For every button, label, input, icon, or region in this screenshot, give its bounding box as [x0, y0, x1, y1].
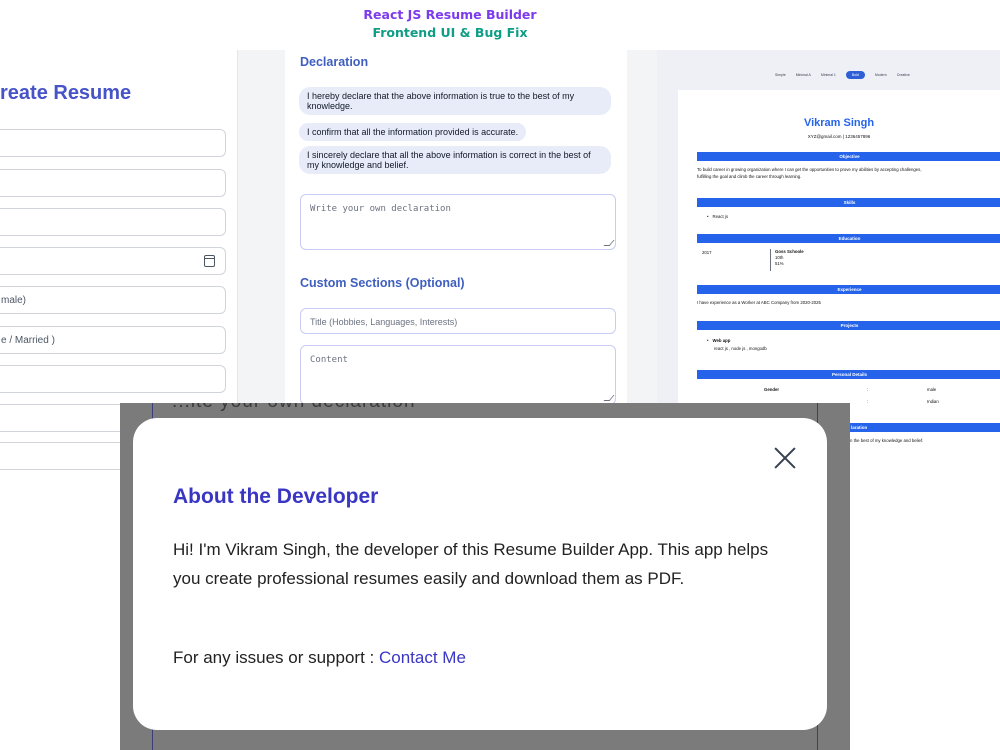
objective-text-line-2: fulfilling the goal and climb the career… [697, 174, 802, 179]
template-tab-1[interactable]: Simple [775, 73, 786, 77]
experience-text: I have experience as a Worker at ABC Com… [697, 300, 821, 305]
gender-label: Gender [764, 387, 780, 392]
template-tab-3[interactable]: Minimal 1 [821, 73, 836, 77]
declaration-heading: Declaration [300, 55, 369, 69]
resume-declaration-heading: laration [847, 423, 1000, 432]
template-tab-active[interactable]: Bold [845, 71, 865, 79]
close-icon[interactable] [773, 446, 797, 470]
education-heading: Education [697, 234, 1000, 243]
modal-body-text: Hi! I'm Vikram Singh, the developer of t… [173, 540, 769, 588]
declaration-option-2[interactable]: I confirm that all the information provi… [299, 123, 527, 141]
calendar-icon[interactable] [204, 255, 215, 267]
gender-field[interactable]: male) [0, 286, 226, 314]
resume-contact: XYZ@gmail.com | 1236457896 [807, 134, 871, 139]
template-tab-5[interactable]: Modern [875, 73, 887, 77]
support-line: For any issues or support : Contact Me [173, 648, 466, 668]
custom-declaration-placeholder: Write your own declaration [310, 204, 451, 214]
skills-heading: Skills [697, 198, 1000, 207]
gender-separator: : [867, 387, 869, 392]
form-field-1[interactable] [0, 129, 226, 157]
project-tech: react js , node js , mongodb [714, 346, 767, 351]
nationality-separator: : [867, 399, 869, 404]
resize-handle-icon[interactable] [603, 395, 615, 401]
projects-heading: Projects [697, 321, 1000, 330]
declaration-option-3[interactable]: I sincerely declare that all the above i… [299, 146, 611, 174]
form-field-3[interactable] [0, 208, 226, 236]
personal-details-heading: Personal Details [697, 370, 1000, 379]
custom-sections-heading: Custom Sections (Optional) [300, 276, 465, 290]
education-school: Goss Schoole [775, 249, 804, 254]
template-tab-6[interactable]: Creative [897, 73, 910, 77]
custom-section-title-input[interactable]: Title (Hobbies, Languages, Interests) [300, 308, 616, 334]
education-divider [770, 249, 771, 271]
banner-title: React JS Resume Builder Frontend UI & Bu… [300, 6, 600, 42]
template-tabs: Simple Minimal A Minimal 1 Bold Modern C… [775, 70, 910, 80]
nationality-value: Indian [927, 399, 939, 404]
gender-value: male [927, 387, 937, 392]
education-class: 10th [775, 255, 784, 260]
resume-name: Vikram Singh [803, 117, 875, 129]
template-tab-2[interactable]: Minimal A [796, 73, 811, 77]
experience-heading: Experience [697, 285, 1000, 294]
objective-heading: Objective [697, 152, 1000, 161]
education-percent: 51% [775, 261, 784, 266]
declaration-option-1[interactable]: I hereby declare that the above informat… [299, 87, 611, 115]
support-label: For any issues or support : [173, 648, 375, 667]
objective-text-line-1: To build career in growing organization … [697, 167, 922, 172]
resize-handle-icon[interactable] [603, 240, 615, 246]
contact-me-link[interactable]: Contact Me [379, 648, 466, 667]
skill-item: React js [707, 213, 729, 220]
banner-line-2: Frontend UI & Bug Fix [372, 25, 528, 40]
form-field-7[interactable] [0, 365, 226, 393]
custom-content-placeholder: Content [310, 355, 348, 365]
project-name: Web app [707, 337, 731, 344]
declaration-card: Declaration I hereby declare that the ab… [285, 50, 627, 405]
form-field-2[interactable] [0, 169, 226, 197]
resume-declaration-text: n the best of my knowledge and belief. [850, 438, 924, 443]
custom-section-content-textarea[interactable]: Content [300, 345, 616, 405]
custom-declaration-textarea[interactable]: Write your own declaration [300, 194, 616, 250]
marital-status-field[interactable]: e / Married ) [0, 326, 226, 354]
modal-title: About the Developer [173, 485, 379, 508]
about-developer-modal: About the Developer Hi! I'm Vikram Singh… [133, 418, 827, 730]
backdrop-ghost-text: ...ite your own declaration [172, 403, 416, 413]
banner-line-1: React JS Resume Builder [363, 7, 537, 22]
form-heading: reate Resume [0, 82, 132, 104]
date-field[interactable] [0, 247, 226, 275]
declaration-panel: Declaration I hereby declare that the ab… [238, 50, 657, 405]
education-year: 2017 [702, 250, 712, 255]
